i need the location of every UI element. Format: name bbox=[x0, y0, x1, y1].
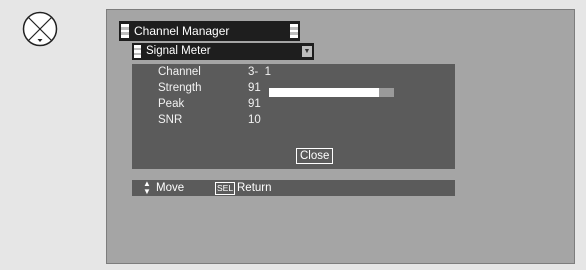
window-title-bar: Channel Manager bbox=[119, 21, 300, 41]
strength-label: Strength bbox=[158, 82, 202, 94]
submenu-title: Signal Meter bbox=[146, 45, 211, 57]
dropdown-arrow-icon[interactable]: ▼ bbox=[302, 46, 312, 57]
peak-value: 91 bbox=[248, 98, 261, 110]
submenu-cap-left bbox=[134, 45, 141, 58]
help-bar: ▲ ▼ Move SEL Return bbox=[132, 180, 455, 196]
window-title: Channel Manager bbox=[134, 24, 230, 38]
sel-key-icon: SEL bbox=[215, 182, 236, 195]
signal-meter-panel: Channel 3- 1 Strength 91 Peak 91 SNR 10 … bbox=[132, 64, 455, 169]
title-cap-right bbox=[290, 24, 298, 38]
close-button[interactable]: Close bbox=[296, 148, 334, 164]
peak-label: Peak bbox=[158, 98, 185, 110]
snr-value: 10 bbox=[248, 114, 261, 126]
submenu-selector[interactable]: Signal Meter ▼ bbox=[132, 43, 314, 60]
return-label: Return bbox=[237, 182, 272, 194]
channel-label: Channel bbox=[158, 66, 201, 78]
tv-screen: Channel Manager Signal Meter ▼ Channel 3… bbox=[106, 9, 575, 264]
snr-label: SNR bbox=[158, 114, 183, 126]
remote-dpad-icon bbox=[22, 11, 58, 47]
channel-value: 3- 1 bbox=[248, 66, 272, 78]
up-down-arrows-icon: ▲ ▼ bbox=[143, 179, 151, 196]
move-label: Move bbox=[156, 182, 185, 194]
title-cap-left bbox=[121, 24, 129, 38]
